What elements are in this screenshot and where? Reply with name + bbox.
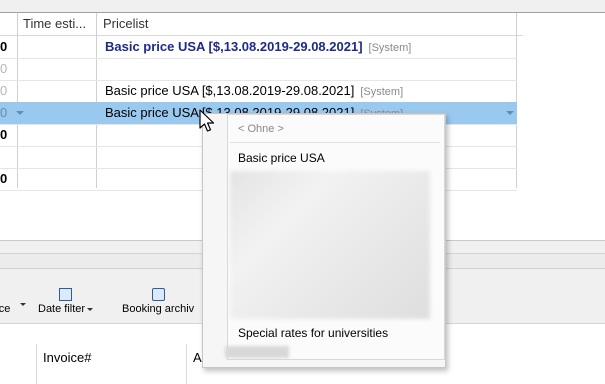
blurred-option	[225, 346, 289, 358]
grid-column-divider	[36, 344, 37, 384]
table-row[interactable]: 0 Basic price USA [$,13.08.2019-29.08.20…	[0, 36, 517, 59]
pricelist-dropdown-popup: < Ohne > Basic price USA Special rates f…	[202, 113, 446, 368]
row-number: 0	[0, 61, 8, 76]
dropdown-divider	[230, 142, 440, 143]
toolbar-button-booking-archive[interactable]: Booking archiv	[122, 288, 194, 315]
row-number: 0	[0, 171, 8, 186]
column-header-a[interactable]: A	[193, 350, 202, 365]
dropdown-option-basic-price-usa[interactable]: Basic price USA	[238, 151, 325, 165]
toolbar-button-filter[interactable]: ce	[0, 288, 11, 315]
dropdown-option-special-rates[interactable]: Special rates for universities	[238, 326, 388, 340]
table-row[interactable]: 0	[0, 58, 517, 81]
pricelist-dropdown-arrow-icon[interactable]	[506, 111, 514, 115]
time-estimate-dropdown-arrow-icon[interactable]	[16, 111, 24, 115]
archive-icon	[151, 288, 165, 301]
grid-top-scroll-area	[0, 0, 605, 13]
chevron-down-icon	[20, 303, 26, 307]
row-number: 0	[0, 83, 8, 98]
grid-column-divider	[186, 344, 187, 384]
table-row[interactable]: 0 Basic price USA [$,13.08.2019-29.08.20…	[0, 80, 517, 103]
chevron-down-icon	[87, 307, 94, 311]
toolbar-button-date-filter[interactable]: Date filter	[38, 288, 94, 315]
column-header-pricelist[interactable]: Pricelist	[97, 13, 523, 36]
dropdown-option-none[interactable]: < Ohne >	[238, 123, 284, 135]
mouse-cursor-icon	[199, 109, 215, 132]
column-header-number[interactable]	[0, 13, 18, 36]
row-number: 0	[0, 127, 8, 142]
toolbar-dropdown-arrow-icon[interactable]	[18, 296, 26, 311]
pricelist-cell[interactable]: Basic price USA [$,13.08.2019-29.08.2021…	[105, 36, 411, 59]
pricelist-cell[interactable]: Basic price USA [$,13.08.2019-29.08.2021…	[105, 80, 403, 103]
calendar-icon	[59, 288, 73, 301]
blurred-options-area	[230, 171, 430, 319]
column-header-time-estimate[interactable]: Time esti...	[18, 13, 101, 36]
row-number: 0	[0, 105, 8, 120]
column-header-invoice[interactable]: Invoice#	[43, 350, 91, 365]
row-number: 0	[0, 39, 8, 54]
